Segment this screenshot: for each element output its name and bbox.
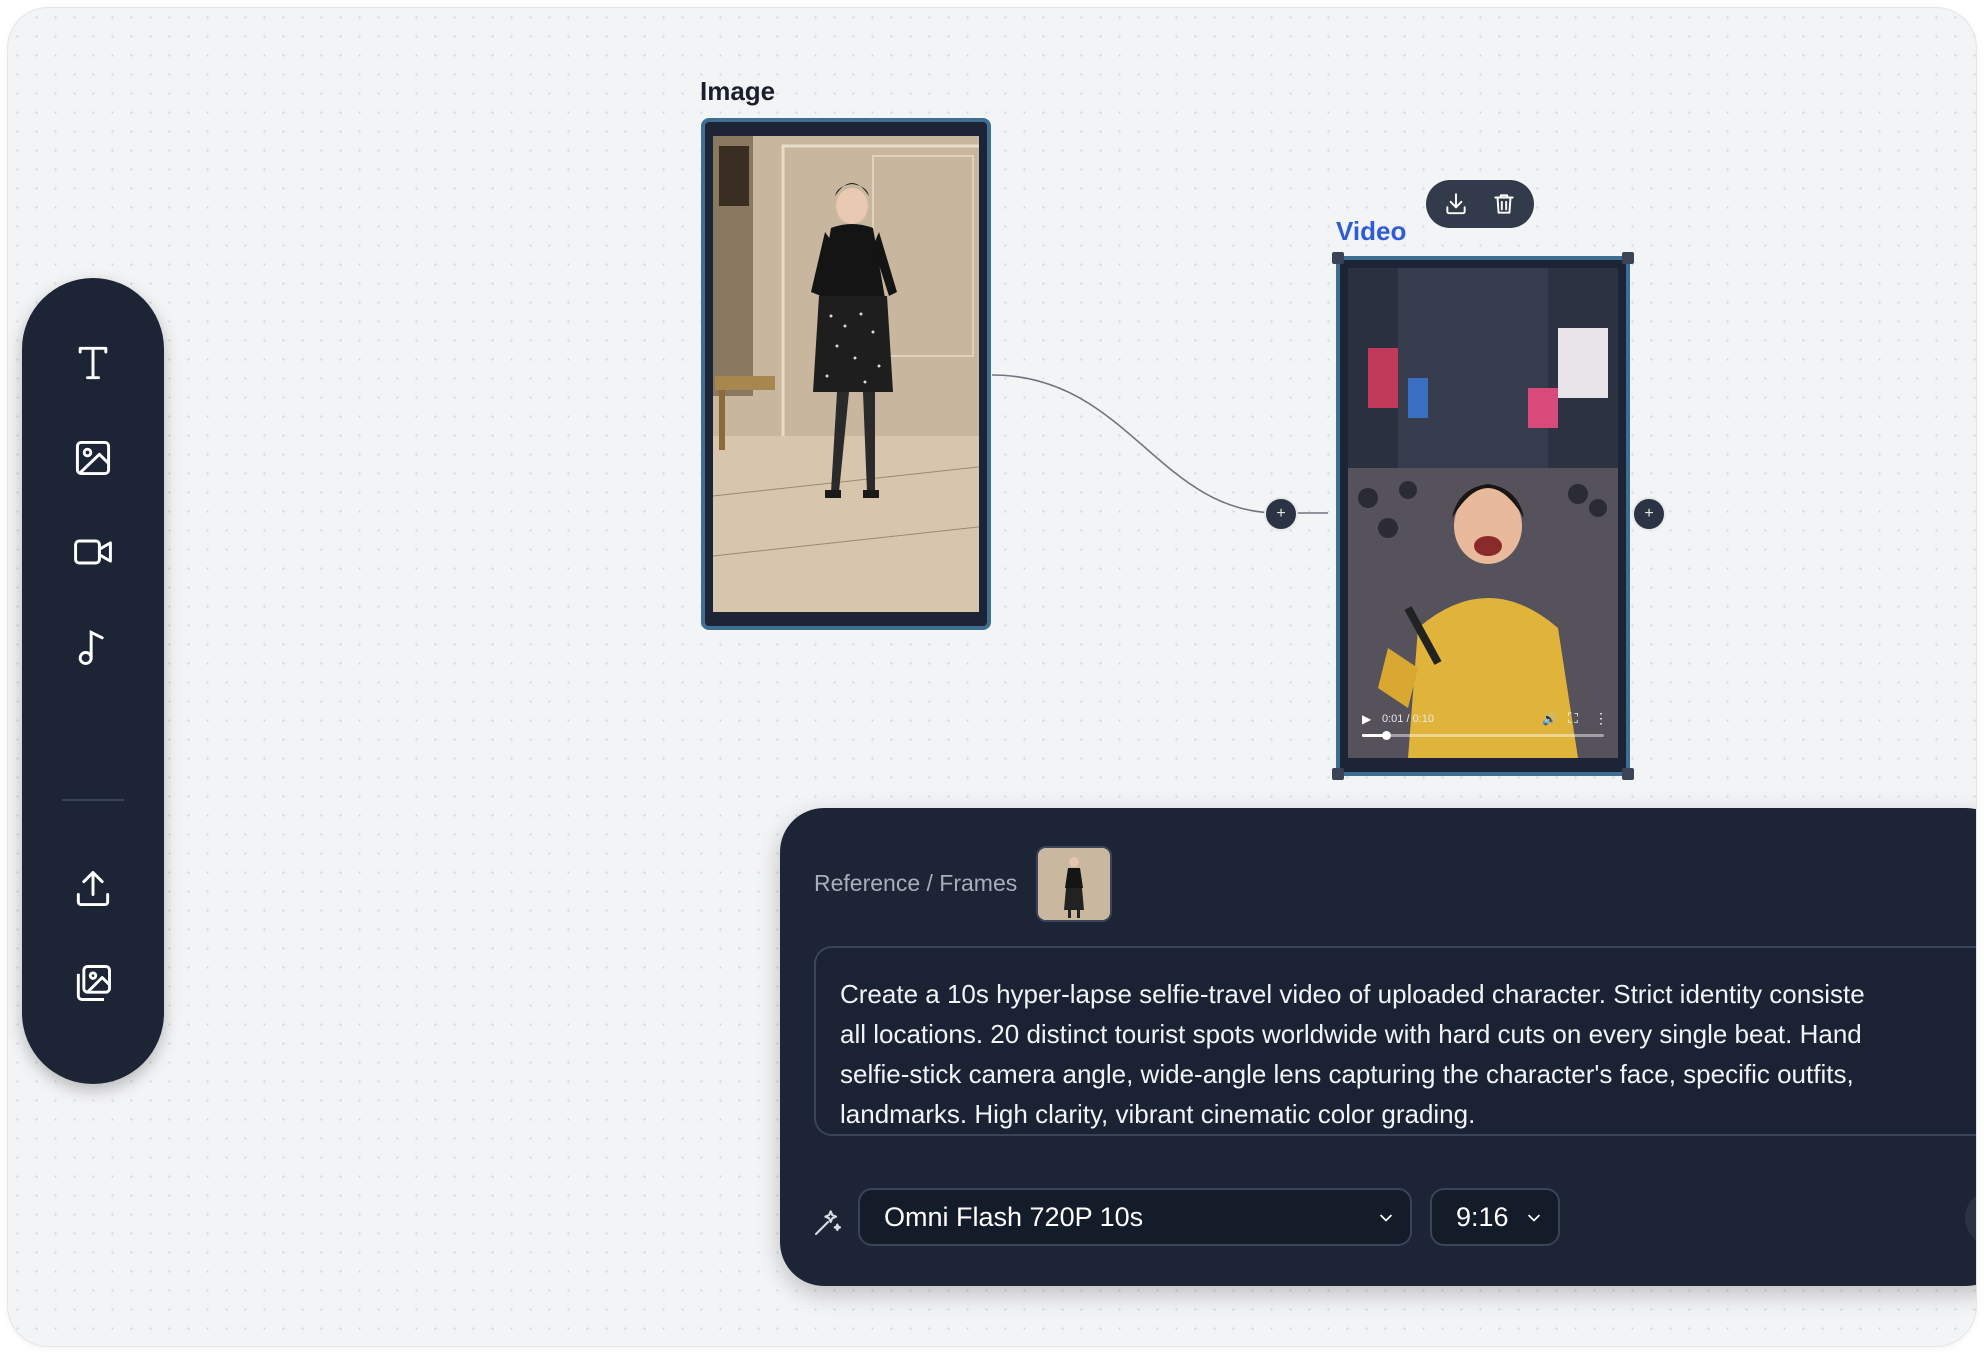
video-node-actions — [1426, 180, 1534, 228]
canvas[interactable]: Image Video ▶ 0:01 / 0:10 🔊 ⛶ ⋮ + + Refe… — [8, 8, 1976, 1346]
resize-handle-top-right[interactable] — [1622, 252, 1634, 264]
reference-thumbnail[interactable] — [1036, 846, 1112, 922]
prompt-panel: Reference / Frames Create a 10s hyper-la… — [780, 808, 1976, 1286]
prompt-text: Create a 10s hyper-lapse selfie-travel v… — [840, 979, 1865, 1129]
video-node-label: Video — [1336, 216, 1407, 246]
video-input-port[interactable]: + — [1264, 497, 1298, 531]
prompt-textarea[interactable]: Create a 10s hyper-lapse selfie-travel v… — [814, 946, 1976, 1136]
city-selfie-illustration — [1348, 268, 1618, 758]
download-button[interactable] — [1436, 184, 1476, 224]
video-output-port[interactable]: + — [1632, 497, 1666, 531]
volume-icon[interactable]: 🔊 — [1542, 712, 1557, 726]
resize-handle-bottom-right[interactable] — [1622, 768, 1634, 780]
reference-frames-label: Reference / Frames — [814, 870, 1018, 896]
download-icon — [1446, 193, 1466, 215]
chevron-down-icon — [1380, 1214, 1392, 1222]
image-node[interactable] — [701, 118, 991, 630]
video-controls: ▶ 0:01 / 0:10 🔊 ⛶ ⋮ — [1358, 706, 1608, 746]
delete-button[interactable] — [1484, 184, 1524, 224]
resize-handle-top-left[interactable] — [1332, 252, 1344, 264]
video-progress-thumb[interactable] — [1382, 731, 1392, 740]
aspect-ratio-value: 9:16 — [1456, 1201, 1509, 1232]
image-node-photo — [713, 136, 979, 612]
video-player[interactable]: ▶ 0:01 / 0:10 🔊 ⛶ ⋮ — [1348, 268, 1618, 758]
aspect-ratio-select[interactable]: 9:16 — [1430, 1188, 1560, 1246]
video-progress-track[interactable] — [1362, 731, 1604, 740]
model-select-value: Omni Flash 720P 10s — [884, 1201, 1144, 1232]
reference-thumbnail-image — [1038, 848, 1110, 920]
chevron-down-icon — [1528, 1214, 1540, 1222]
magic-sparkle-icon[interactable] — [812, 1206, 844, 1238]
generate-button-partial[interactable] — [1965, 1190, 1976, 1246]
play-icon[interactable]: ▶ — [1362, 712, 1371, 726]
video-node[interactable]: ▶ 0:01 / 0:10 🔊 ⛶ ⋮ — [1332, 252, 1634, 780]
model-select[interactable]: Omni Flash 720P 10s — [858, 1188, 1412, 1246]
fullscreen-icon[interactable]: ⛶ — [1568, 710, 1578, 727]
portrait-photo-illustration — [713, 136, 979, 612]
video-time: 0:01 / 0:10 — [1382, 713, 1434, 725]
image-node-label: Image — [700, 76, 776, 106]
resize-handle-bottom-left[interactable] — [1332, 768, 1344, 780]
more-options-icon[interactable]: ⋮ — [1594, 710, 1608, 727]
trash-icon — [1494, 194, 1514, 214]
